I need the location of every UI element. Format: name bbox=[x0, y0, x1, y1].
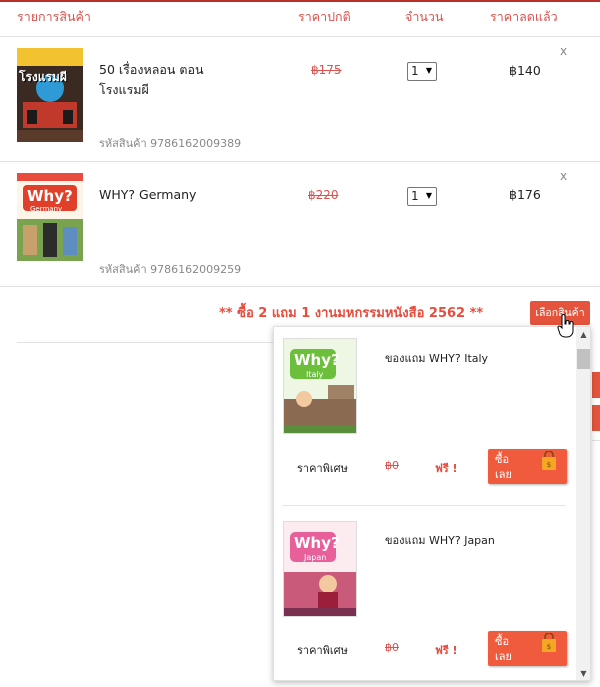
popup-scrollbar[interactable] bbox=[576, 327, 590, 680]
cover-subtitle: Italy bbox=[306, 370, 324, 379]
product-title-2[interactable]: WHY? Germany bbox=[99, 185, 196, 205]
hand-pointer-icon bbox=[557, 314, 574, 338]
cover-title: Why? bbox=[294, 534, 340, 552]
quantity-value: 1 bbox=[411, 189, 419, 203]
background-divider bbox=[592, 440, 600, 441]
regular-price-2: ฿220 bbox=[308, 188, 339, 202]
product-sku-1: รหัสสินค้า 9786162009389 bbox=[99, 137, 242, 150]
scrollbar-thumb[interactable] bbox=[577, 349, 590, 369]
background-button-edge[interactable] bbox=[592, 372, 600, 398]
background-button-edge[interactable] bbox=[592, 405, 600, 431]
product-title-line: WHY? Germany bbox=[99, 187, 197, 202]
gift-name-1[interactable]: ของแถม WHY? Italy bbox=[385, 349, 488, 367]
quantity-select-1[interactable]: 1 ▼ bbox=[407, 62, 437, 81]
special-price-label-2: ราคาพิเศษ bbox=[297, 644, 348, 657]
buy-now-button-2[interactable]: ซื้อ เลย $ bbox=[488, 631, 567, 666]
shopping-bag-icon: $ bbox=[542, 451, 556, 470]
scroll-up-icon[interactable]: ▲ bbox=[576, 330, 590, 339]
close-icon: x bbox=[560, 169, 568, 183]
gift-selection-popup[interactable]: Why? Italy ของแถม WHY? Italy ราคาพิเศษ ฿… bbox=[273, 326, 591, 681]
remove-item-button-1[interactable]: x bbox=[560, 44, 567, 58]
product-sku-2: รหัสสินค้า 9786162009259 bbox=[99, 263, 242, 276]
column-header-quantity: จำนวน bbox=[405, 9, 444, 24]
close-icon: x bbox=[560, 44, 568, 58]
product-cover-1[interactable]: โรงแรมผี bbox=[17, 48, 83, 142]
gift-free-label-1: ฟรี ! bbox=[435, 462, 458, 475]
cover-subtitle: Germany bbox=[30, 205, 63, 213]
row-divider bbox=[0, 161, 600, 162]
quantity-value: 1 bbox=[411, 64, 419, 78]
sale-price-2: ฿176 bbox=[509, 187, 541, 202]
book-cover-art bbox=[17, 48, 83, 142]
cover-title: Why? bbox=[294, 351, 340, 369]
product-title-line: 50 เรื่องหลอน ตอน bbox=[99, 62, 204, 77]
chevron-down-icon: ▼ bbox=[425, 191, 432, 200]
row-divider bbox=[0, 286, 600, 287]
sale-price-1: ฿140 bbox=[509, 63, 541, 78]
svg-text:$: $ bbox=[547, 461, 551, 469]
regular-price-1: ฿175 bbox=[311, 63, 342, 77]
gift-free-label-2: ฟรี ! bbox=[435, 644, 458, 657]
gift-cover-2[interactable]: Why? Japan bbox=[283, 521, 357, 617]
buy-now-label: ซื้อ เลย bbox=[495, 635, 512, 663]
gift-name-2[interactable]: ของแถม WHY? Japan bbox=[385, 531, 495, 549]
gift-old-price-2: ฿0 bbox=[385, 641, 399, 654]
svg-text:$: $ bbox=[547, 643, 551, 651]
shopping-bag-icon: $ bbox=[542, 633, 556, 652]
chevron-down-icon: ▼ bbox=[425, 66, 432, 75]
special-price-label-1: ราคาพิเศษ bbox=[297, 462, 348, 475]
gift-old-price-1: ฿0 bbox=[385, 459, 399, 472]
top-border bbox=[0, 0, 600, 2]
product-cover-2[interactable]: Why? Germany bbox=[17, 173, 83, 261]
cover-title: Why? bbox=[27, 187, 73, 205]
cover-title: โรงแรมผี bbox=[19, 70, 67, 84]
column-header-item: รายการสินค้า bbox=[17, 9, 91, 24]
promo-text: ** ซื้อ 2 แถม 1 งานมหกรรมหนังสือ 2562 ** bbox=[219, 306, 484, 321]
column-header-sale-price: ราคาลดแล้ว bbox=[490, 9, 558, 24]
quantity-select-2[interactable]: 1 ▼ bbox=[407, 187, 437, 206]
product-title-line: โรงแรมผี bbox=[99, 82, 149, 97]
buy-now-label: ซื้อ เลย bbox=[495, 453, 512, 481]
buy-now-button-1[interactable]: ซื้อ เลย $ bbox=[488, 449, 567, 484]
header-divider bbox=[0, 36, 600, 37]
promo-divider bbox=[17, 342, 287, 343]
product-title-1[interactable]: 50 เรื่องหลอน ตอน โรงแรมผี bbox=[99, 60, 204, 100]
cover-subtitle: Japan bbox=[304, 553, 327, 562]
scroll-down-icon[interactable]: ▼ bbox=[576, 669, 590, 678]
column-header-regular-price: ราคาปกติ bbox=[298, 9, 351, 24]
remove-item-button-2[interactable]: x bbox=[560, 169, 567, 183]
gift-cover-1[interactable]: Why? Italy bbox=[283, 338, 357, 434]
gift-divider bbox=[282, 505, 566, 506]
